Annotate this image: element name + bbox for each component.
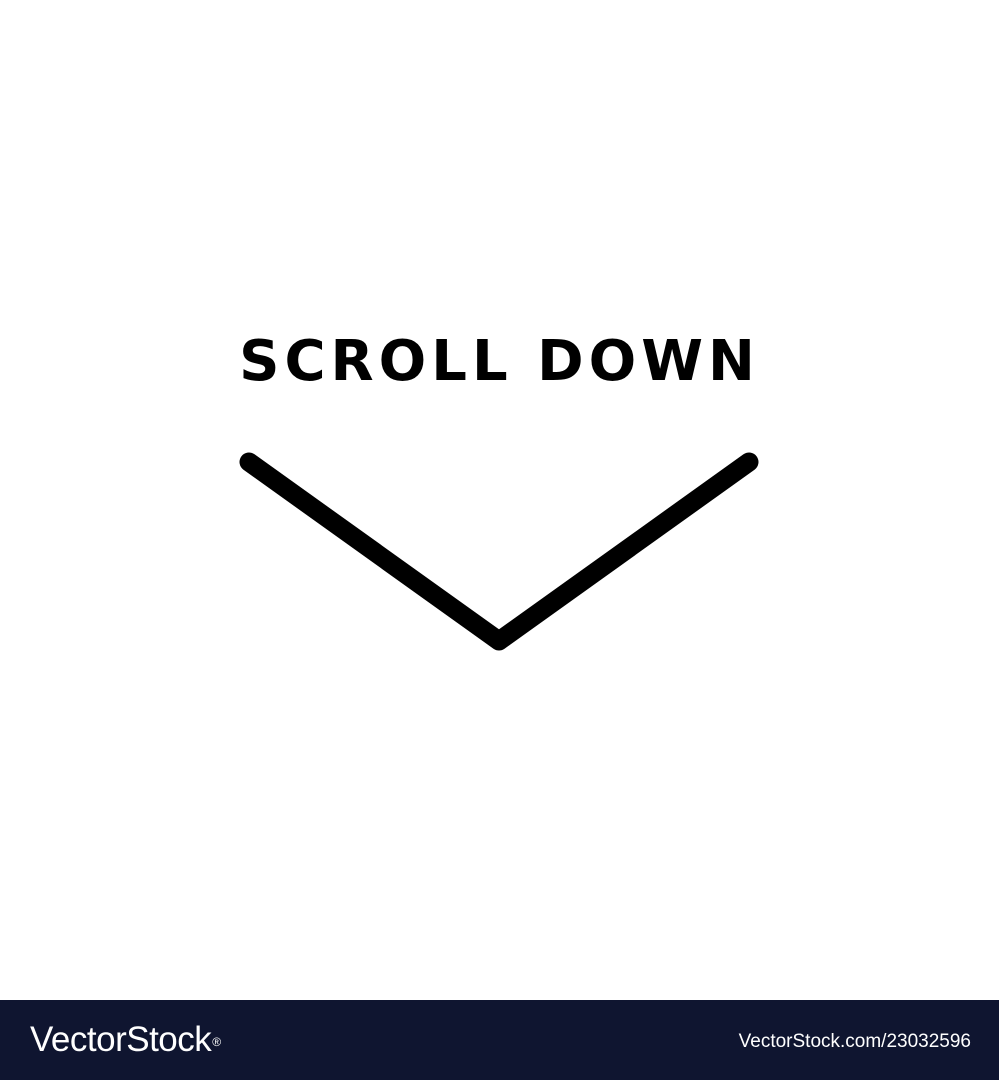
- content-area: SCROLL DOWN: [0, 0, 999, 1000]
- registered-mark: ®: [212, 1035, 221, 1049]
- watermark-footer: VectorStock® VectorStock.com/23032596: [0, 1000, 999, 1080]
- scroll-down-label: SCROLL DOWN: [239, 329, 760, 394]
- image-id-text: VectorStock.com/23032596: [738, 1031, 971, 1052]
- chevron-down-icon[interactable]: [229, 442, 769, 662]
- brand-name: VectorStock: [30, 1020, 212, 1059]
- brand-logo: VectorStock®: [30, 1020, 221, 1060]
